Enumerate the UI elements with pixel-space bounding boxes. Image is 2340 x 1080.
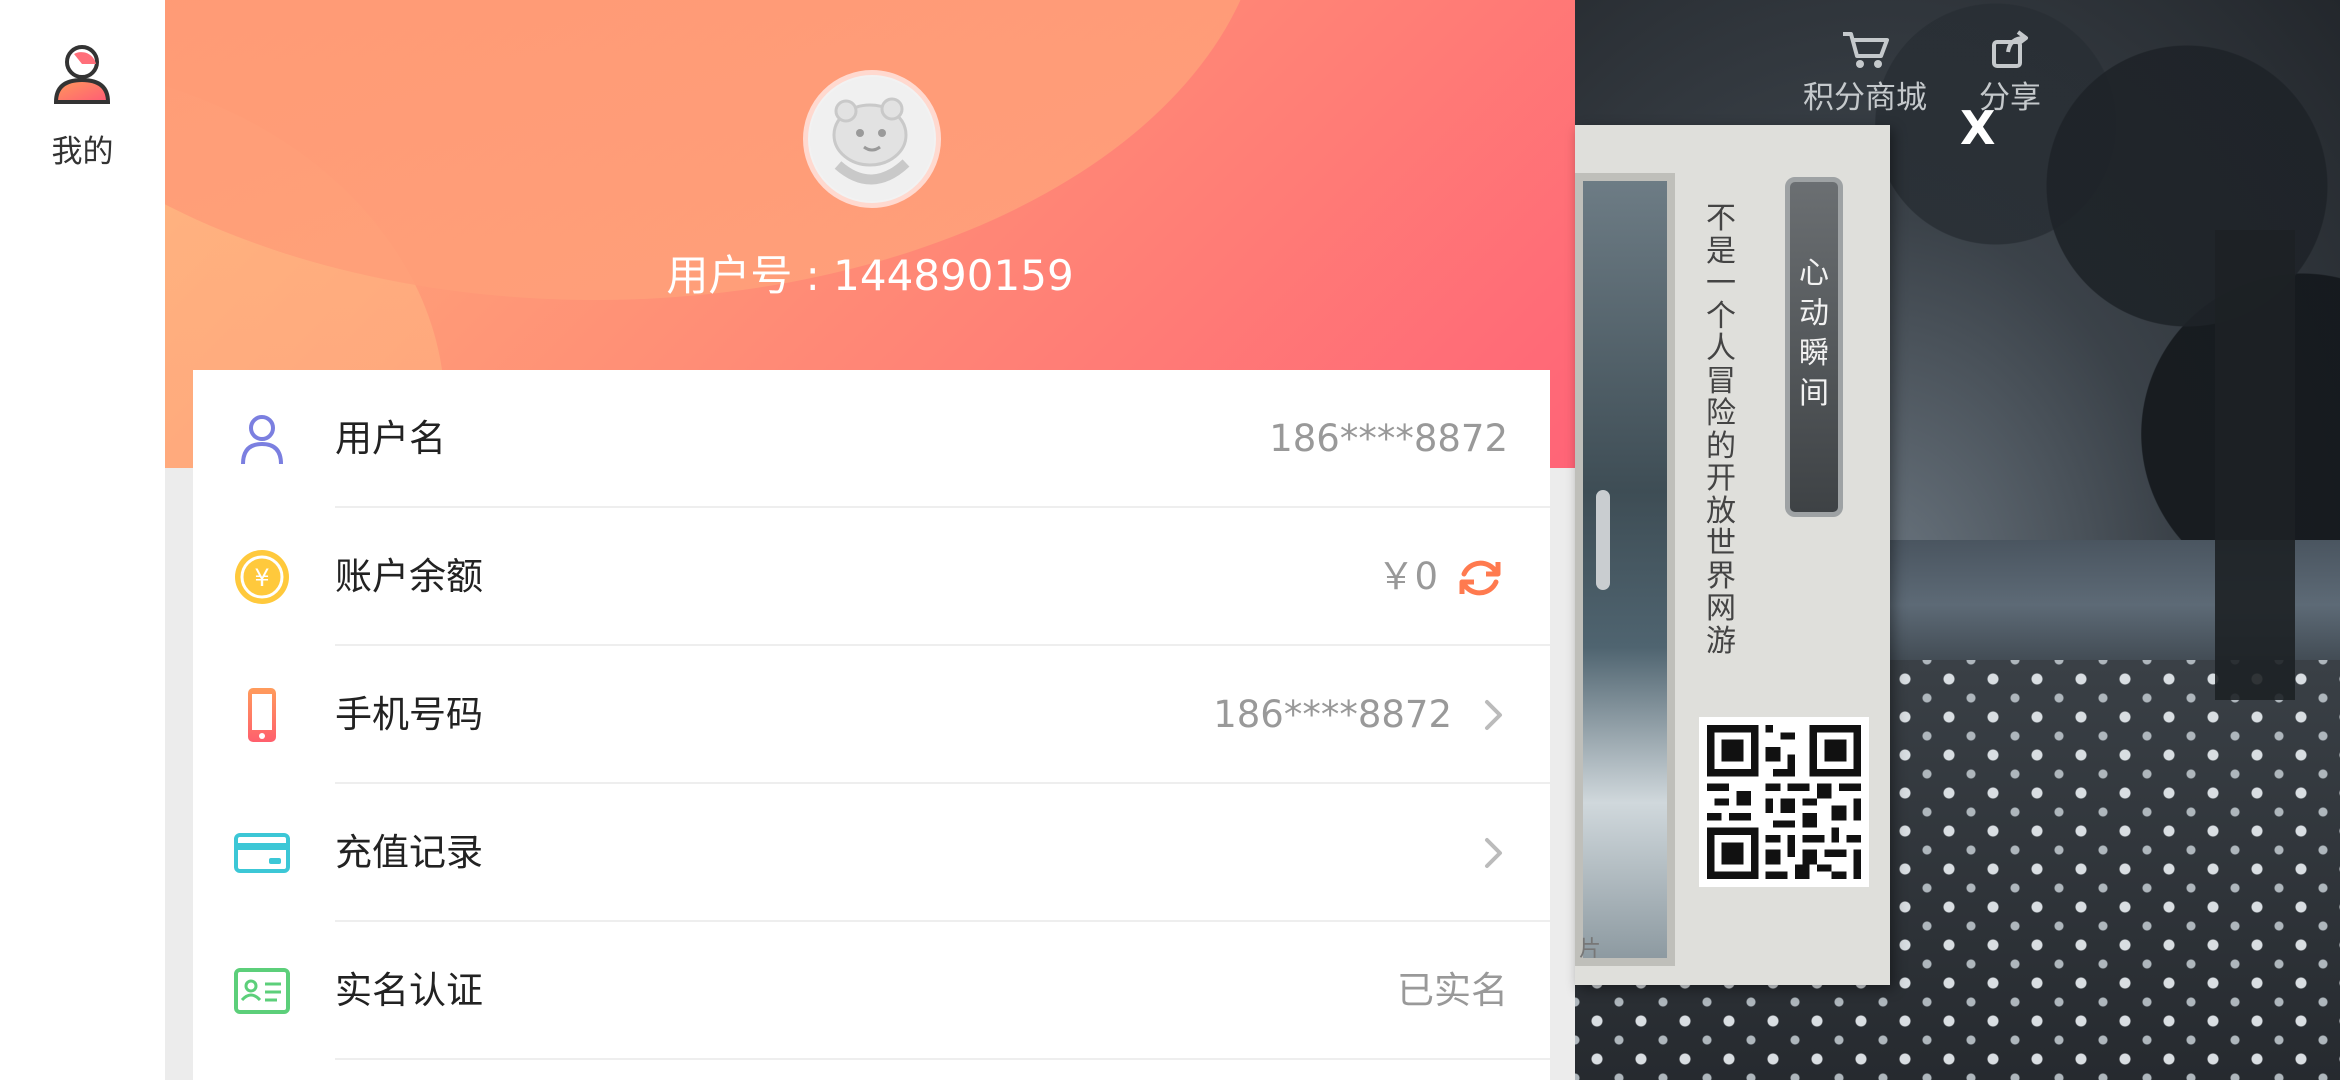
user-outline-icon [241,415,283,465]
row-title: 手机号码 [335,693,483,736]
svg-text:¥: ¥ [254,564,269,592]
row-value: 186****8872 [1213,693,1452,736]
qr-code [1699,717,1869,887]
promo-poster: 不是一个人冒险的开放世界网游 心动瞬间 片 [1575,125,1890,985]
row-title: 实名认证 [335,969,483,1012]
row-username[interactable]: 用户名 186****8872 [193,370,1550,508]
person-icon [53,45,111,104]
row-value: 186****8872 [1269,417,1508,460]
poster-photo [1575,173,1675,966]
id-card-icon [234,968,290,1014]
row-balance[interactable]: ¥ 账户余额 ￥0 [193,508,1550,646]
row-recharge-history[interactable]: 充值记录 [193,784,1550,922]
chevron-right-icon [1485,838,1502,868]
poster-corner-text: 片 [1579,937,1602,962]
cart-icon [1843,32,1889,68]
side-nav: 我的 [0,0,165,1080]
user-avatar[interactable] [803,70,941,208]
row-realname-verification[interactable]: 实名认证 已实名 [193,922,1550,1060]
scroll-handle[interactable] [1596,490,1610,590]
refresh-icon[interactable] [1454,552,1506,604]
row-title: 账户余额 [335,555,483,598]
poster-banner: 心动瞬间 [1785,177,1843,517]
balance-value: ￥0 [1377,555,1438,598]
row-phone[interactable]: 手机号码 186****8872 [193,646,1550,784]
qr-code-image [1707,725,1861,879]
card-icon [234,833,290,873]
phone-icon [248,688,276,742]
share-icon [1992,30,2028,68]
close-icon[interactable]: X [1960,105,1995,151]
user-id: 用户号 : 144890159 [666,251,1074,300]
points-mall-label: 积分商城 [1803,80,1927,116]
account-list: 用户名 186****8872 ¥ 账户余额 ￥0 手机号码 186****88… [193,370,1550,1080]
yuan-coin-icon: ¥ [235,550,289,604]
verification-status: 已实名 [1397,969,1508,1012]
chevron-right-icon [1485,700,1502,730]
points-mall-button[interactable]: 积分商城 [1795,30,1935,117]
poster-slogan: 不是一个人冒险的开放世界网游 [1706,201,1736,659]
poster-banner-text: 心动瞬间 [1799,256,1829,411]
row-title: 用户名 [335,417,446,460]
row-title: 充值记录 [335,831,483,874]
nav-label-mine: 我的 [51,134,114,170]
account-panel: 用户号 : 144890159 用户名 186****8872 ¥ 账户余额 ￥… [165,0,1575,1080]
mascot-icon [810,77,934,201]
